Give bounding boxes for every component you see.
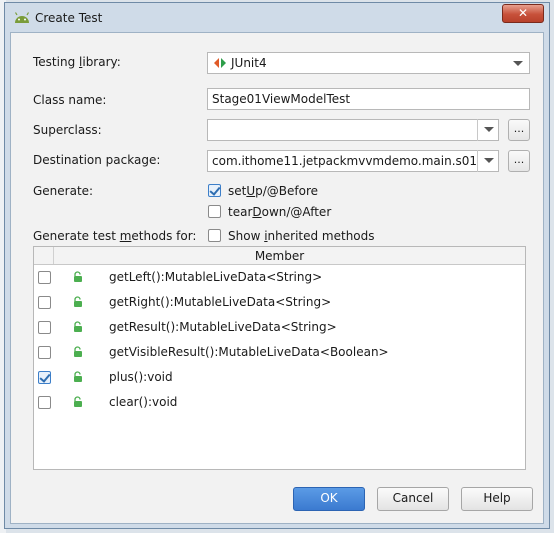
member-name: plus():void (109, 370, 173, 384)
help-button[interactable]: Help (461, 487, 533, 511)
destination-package-label: Destination package: (33, 153, 161, 167)
lock-icon (74, 396, 82, 407)
ok-button[interactable]: OK (293, 487, 365, 511)
member-table-header: Member (34, 247, 525, 265)
junit-icon (214, 58, 226, 68)
dialog-title: Create Test (35, 11, 103, 25)
title-bar: Create Test ✕ (5, 3, 549, 31)
member-table: Member getLeft():MutableLiveData<String>… (33, 246, 526, 470)
lock-icon (74, 296, 82, 307)
methods-for-label: Generate test methods for: (33, 229, 197, 243)
member-name: getRight():MutableLiveData<String> (109, 295, 332, 309)
member-checkbox[interactable] (38, 371, 51, 384)
chevron-down-icon (484, 158, 494, 163)
table-row[interactable]: plus():void (34, 365, 525, 390)
table-row[interactable]: getRight():MutableLiveData<String> (34, 290, 525, 315)
class-name-label: Class name: (33, 93, 107, 107)
member-checkbox[interactable] (38, 396, 51, 409)
member-checkbox[interactable] (38, 296, 51, 309)
table-row[interactable]: getVisibleResult():MutableLiveData<Boole… (34, 340, 525, 365)
lock-icon (74, 271, 82, 282)
member-name: clear():void (109, 395, 178, 409)
member-checkbox[interactable] (38, 321, 51, 334)
show-inherited-checkbox[interactable] (208, 229, 221, 242)
member-name: getResult():MutableLiveData<String> (109, 320, 337, 334)
close-button[interactable]: ✕ (502, 4, 544, 23)
lock-icon (74, 321, 82, 332)
create-test-dialog: Create Test ✕ Testing library: JUnit4 Cl… (4, 2, 550, 529)
member-name: getLeft():MutableLiveData<String> (109, 270, 323, 284)
lock-icon (74, 346, 82, 357)
destination-package-combo[interactable]: com.ithome11.jetpackmvvmdemo.main.s01 (207, 150, 499, 172)
close-icon: ✕ (517, 6, 529, 20)
chevron-down-icon (513, 61, 523, 66)
table-row[interactable]: clear():void (34, 390, 525, 415)
android-icon (14, 12, 30, 23)
teardown-after-checkbox[interactable] (208, 205, 221, 218)
superclass-label: Superclass: (33, 123, 102, 137)
lock-icon (74, 371, 82, 382)
chevron-down-icon (484, 127, 494, 132)
destination-package-dropdown-button[interactable] (477, 150, 499, 172)
superclass-combo[interactable] (207, 119, 499, 141)
testing-library-value: JUnit4 (231, 56, 267, 70)
superclass-browse-button[interactable]: ... (508, 119, 530, 141)
cancel-button[interactable]: Cancel (377, 487, 449, 511)
class-name-value: Stage01ViewModelTest (212, 92, 351, 106)
teardown-after-label[interactable]: tearDown/@After (228, 205, 331, 219)
setup-before-checkbox[interactable] (208, 184, 221, 197)
destination-package-value: com.ithome11.jetpackmvvmdemo.main.s01 (212, 154, 478, 168)
member-checkbox[interactable] (38, 271, 51, 284)
testing-library-select[interactable]: JUnit4 (207, 52, 530, 74)
member-name: getVisibleResult():MutableLiveData<Boole… (109, 345, 389, 359)
table-row[interactable]: getLeft():MutableLiveData<String> (34, 265, 525, 290)
superclass-dropdown-button[interactable] (477, 119, 499, 141)
show-inherited-label[interactable]: Show inherited methods (228, 229, 375, 243)
generate-label: Generate: (33, 184, 94, 198)
table-row[interactable]: getResult():MutableLiveData<String> (34, 315, 525, 340)
destination-package-browse-button[interactable]: ... (508, 150, 530, 172)
class-name-input[interactable]: Stage01ViewModelTest (207, 88, 530, 110)
member-column-header[interactable]: Member (34, 249, 525, 263)
testing-library-label: Testing library: (33, 55, 121, 69)
setup-before-label[interactable]: setUp/@Before (228, 184, 318, 198)
member-checkbox[interactable] (38, 346, 51, 359)
